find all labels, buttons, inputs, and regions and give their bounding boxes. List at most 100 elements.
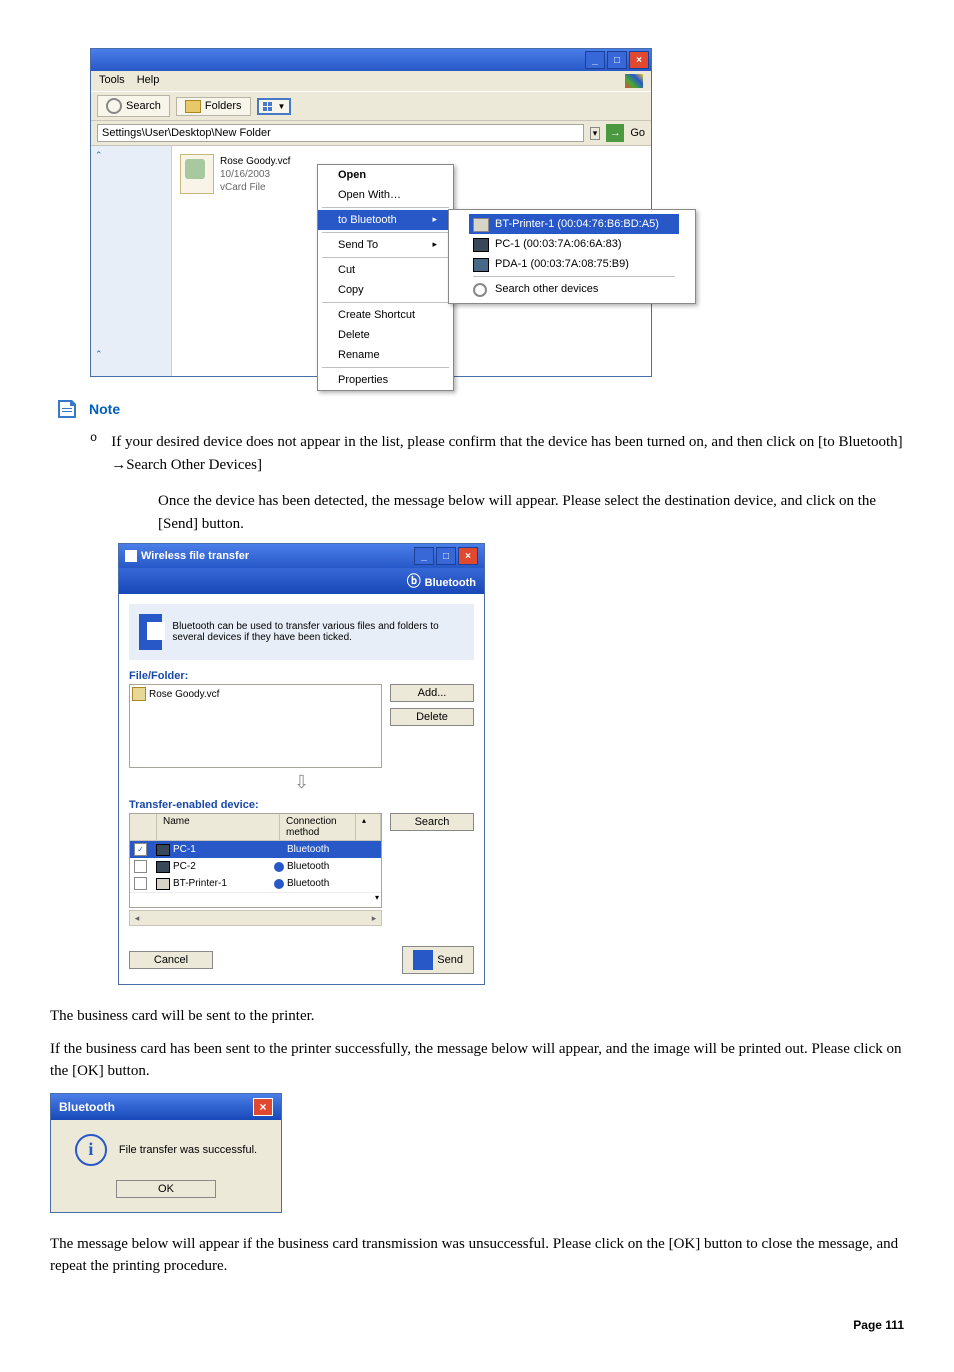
device-table: Name Connection method ▴ ✓PC-1BluetoothP… [129, 813, 382, 908]
ctx-open[interactable]: Open [318, 165, 453, 185]
ok-button[interactable]: OK [116, 1180, 216, 1198]
sub-pc1[interactable]: PC-1 (00:03:7A:06:6A:83) [469, 234, 679, 254]
send-icon [413, 950, 433, 970]
add-button[interactable]: Add... [390, 684, 474, 702]
bluetooth-icon [274, 862, 284, 872]
sub-pda1[interactable]: PDA-1 (00:03:7A:08:75:B9) [469, 254, 679, 274]
device-name: PC-2 [173, 861, 196, 872]
close-icon[interactable]: × [629, 51, 649, 69]
ctx-openwith[interactable]: Open With… [318, 185, 453, 205]
text-success: If the business card has been sent to th… [50, 1038, 904, 1083]
ctx-shortcut[interactable]: Create Shortcut [318, 305, 453, 325]
vcf-icon [132, 687, 146, 701]
arrow-down-icon: ⇩ [129, 772, 474, 793]
device-icon [156, 861, 170, 873]
search-icon [473, 283, 487, 297]
dlg-title-bar: Bluetooth × [51, 1094, 281, 1120]
cancel-button[interactable]: Cancel [129, 951, 213, 969]
ctx-delete[interactable]: Delete [318, 325, 453, 345]
context-menu: Open Open With… to Bluetooth BT-Printer-… [317, 164, 454, 391]
ctx-properties[interactable]: Properties [318, 370, 453, 390]
note-bullet-text: If your desired device does not appear i… [111, 431, 904, 476]
close-icon[interactable]: × [253, 1098, 273, 1116]
page-number: Page 111 [50, 1318, 904, 1332]
col-method[interactable]: Connection method [280, 814, 356, 840]
info-text: Bluetooth can be used to transfer variou… [172, 621, 464, 643]
device-row[interactable]: BT-Printer-1 Bluetooth [130, 875, 381, 892]
device-name: BT-Printer-1 [173, 878, 227, 889]
address-dropdown-icon[interactable]: ▾ [590, 127, 601, 140]
wft-screenshot: Wireless file transfer _ □ × ⓑ Bluetooth… [118, 543, 904, 985]
checkbox[interactable]: ✓ [134, 843, 147, 856]
bluetooth-banner: ⓑ Bluetooth [119, 568, 484, 594]
transfer-icon [139, 614, 162, 650]
folder-icon [185, 100, 201, 113]
file-name: Rose Goody.vcf [220, 155, 290, 168]
wft-title-bar: Wireless file transfer _ □ × [119, 544, 484, 568]
folders-button[interactable]: Folders [176, 97, 251, 116]
ctx-sendto[interactable]: Send To [318, 235, 453, 255]
dlg-message: File transfer was successful. [119, 1144, 257, 1156]
search-button[interactable]: Search [97, 95, 170, 117]
note-heading: Note [55, 397, 904, 421]
scroll-up-icon[interactable]: ▴ [356, 814, 381, 840]
go-icon[interactable]: → [606, 124, 624, 142]
search-icon [106, 98, 122, 114]
address-bar: Settings\User\Desktop\New Folder ▾ → Go [91, 121, 651, 146]
device-method: Bluetooth [287, 878, 329, 889]
note-label: Note [89, 401, 120, 417]
bluetooth-icon [274, 845, 284, 855]
device-icon [156, 844, 170, 856]
maximize-icon[interactable]: □ [436, 547, 456, 565]
checkbox[interactable] [134, 860, 147, 873]
device-method: Bluetooth [287, 861, 329, 872]
bullet-icon: o [90, 431, 97, 476]
success-dialog: Bluetooth × i File transfer was successf… [50, 1093, 904, 1213]
side-panel: ⌃ ⌃ [91, 146, 172, 376]
wft-footer: Cancel Send [119, 936, 484, 984]
checkbox[interactable] [134, 877, 147, 890]
title-bar: _ □ × [91, 49, 651, 71]
maximize-icon[interactable]: □ [607, 51, 627, 69]
text-fail: The message below will appear if the bus… [50, 1233, 904, 1278]
file-pane: Rose Goody.vcf 10/16/2003 vCard File Ope… [172, 146, 651, 376]
file-type: vCard File [220, 181, 290, 194]
device-row[interactable]: ✓PC-1Bluetooth [130, 841, 381, 858]
view-button[interactable]: ▼ [257, 98, 292, 115]
ctx-to-bluetooth[interactable]: to Bluetooth BT-Printer-1 (00:04:76:B6:B… [318, 210, 453, 230]
file-date: 10/16/2003 [220, 168, 290, 181]
h-scrollbar[interactable]: ◂▸ [129, 910, 382, 926]
device-method: Bluetooth [287, 844, 329, 855]
sub-btprinter[interactable]: BT-Printer-1 (00:04:76:B6:BD:A5) [469, 214, 679, 234]
device-icon [156, 878, 170, 890]
ctx-rename[interactable]: Rename [318, 345, 453, 365]
menu-tools[interactable]: Tools [99, 74, 125, 88]
ctx-copy[interactable]: Copy [318, 280, 453, 300]
scroll-down-icon[interactable]: ▾ [375, 893, 379, 902]
go-label: Go [630, 127, 645, 139]
dlg-title: Bluetooth [59, 1100, 115, 1114]
menu-help[interactable]: Help [137, 74, 160, 88]
sub-search[interactable]: Search other devices [469, 279, 679, 299]
delete-button[interactable]: Delete [390, 708, 474, 726]
bluetooth-submenu: BT-Printer-1 (00:04:76:B6:BD:A5) PC-1 (0… [448, 209, 696, 304]
ted-label: Transfer-enabled device: [129, 799, 474, 811]
toolbar: Search Folders ▼ [91, 92, 651, 121]
send-button[interactable]: Send [402, 946, 474, 974]
wft-title: Wireless file transfer [141, 550, 249, 562]
col-name[interactable]: Name [157, 814, 280, 840]
minimize-icon[interactable]: _ [414, 547, 434, 565]
explorer-screenshot: _ □ × Tools Help Search Folders ▼ Settin… [90, 48, 904, 377]
pc-icon [473, 238, 489, 252]
minimize-icon[interactable]: _ [585, 51, 605, 69]
search-button[interactable]: Search [390, 813, 474, 831]
file-list[interactable]: Rose Goody.vcf [129, 684, 382, 768]
text-sent: The business card will be sent to the pr… [50, 1005, 904, 1028]
address-input[interactable]: Settings\User\Desktop\New Folder [97, 124, 584, 142]
ctx-cut[interactable]: Cut [318, 260, 453, 280]
pda-icon [473, 258, 489, 272]
device-row[interactable]: PC-2 Bluetooth [130, 858, 381, 875]
close-icon[interactable]: × [458, 547, 478, 565]
app-icon [125, 550, 137, 562]
info-box: Bluetooth can be used to transfer variou… [129, 604, 474, 660]
